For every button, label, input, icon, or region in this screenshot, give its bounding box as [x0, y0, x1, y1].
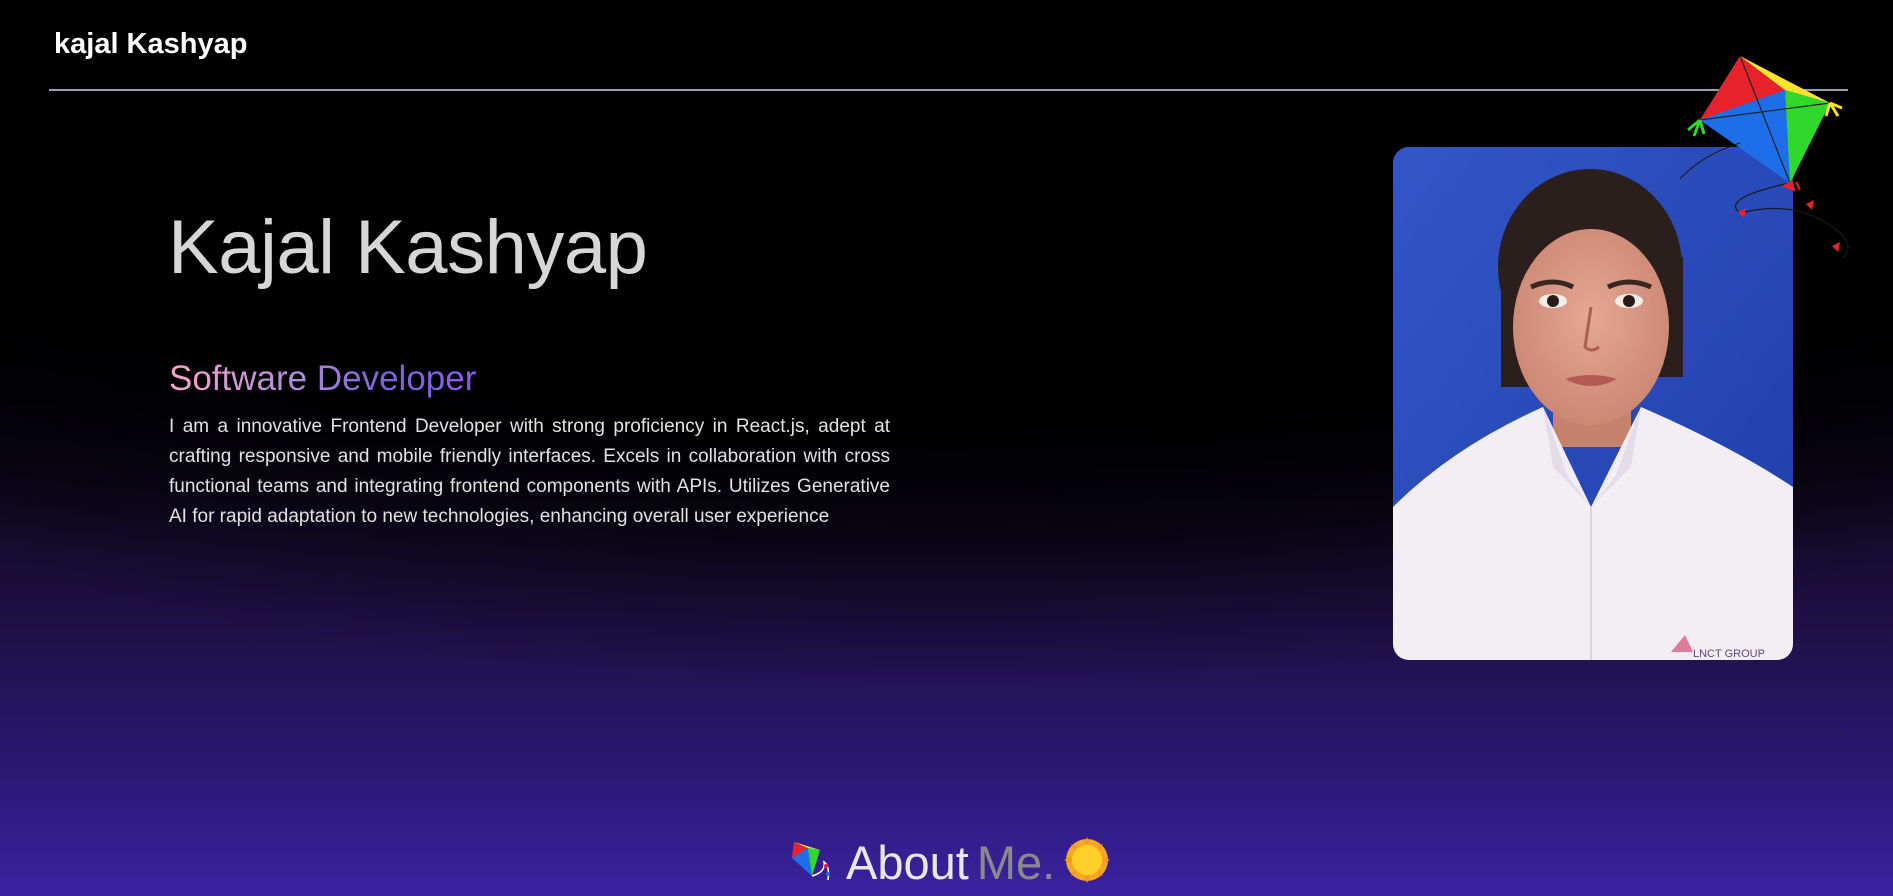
about-title-me: Me. [976, 835, 1056, 889]
hero-bio: I am a innovative Frontend Developer wit… [169, 416, 890, 527]
header-divider [49, 89, 1848, 91]
kite-icon [1649, 48, 1860, 268]
about-heading: About Me. [790, 832, 1111, 892]
kite-icon [790, 836, 838, 889]
about-title-word: About [846, 835, 969, 889]
photo-shirt-text: LNCT GROUP [1693, 648, 1765, 660]
section-divider [49, 734, 1848, 735]
hero-name: Kajal Kashyap [168, 205, 648, 290]
sun-icon [1063, 836, 1111, 889]
site-brand[interactable]: kajal Kashyap [54, 28, 247, 61]
hero-role: Software Developer [169, 359, 477, 398]
